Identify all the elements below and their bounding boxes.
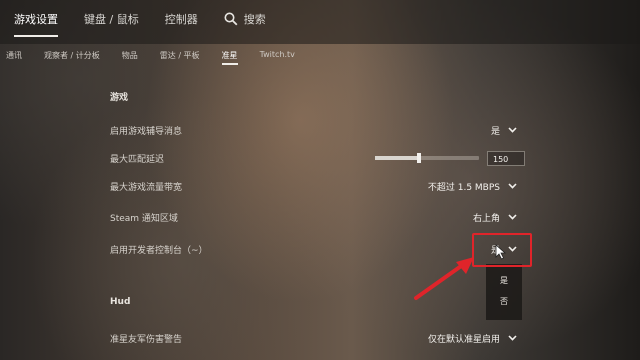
- setting-label: 启用开发者控制台（~）: [110, 245, 208, 256]
- chevron-down-icon: [508, 127, 517, 133]
- setting-row-steam-notification[interactable]: Steam 通知区域 右上角: [110, 209, 525, 225]
- slider-fill: [375, 156, 419, 160]
- setting-dropdown[interactable]: 是: [491, 124, 525, 137]
- search-icon: [224, 12, 238, 26]
- top-nav: 游戏设置 键盘 / 鼠标 控制器 搜索: [14, 11, 266, 27]
- dropdown-option-no[interactable]: 否: [486, 296, 522, 307]
- tab-controller[interactable]: 控制器: [165, 11, 198, 27]
- subtab-crosshair[interactable]: 准星: [221, 50, 238, 65]
- delay-input[interactable]: 150: [487, 150, 525, 166]
- tab-game-settings[interactable]: 游戏设置: [14, 11, 58, 27]
- section-title-game: 游戏: [110, 93, 129, 103]
- setting-dropdown[interactable]: 仅在默认准星启用: [428, 332, 525, 345]
- slider-control: 150: [375, 150, 525, 166]
- slider-thumb[interactable]: [416, 153, 421, 163]
- setting-row-game-tips[interactable]: 启用游戏辅导消息 是: [110, 122, 525, 138]
- chevron-down-icon: [508, 183, 517, 189]
- dropdown-menu: 是 否: [486, 264, 522, 320]
- active-tab-indicator: [14, 35, 58, 37]
- subtab-radar-tablet[interactable]: 雷达 / 平板: [160, 50, 200, 65]
- chevron-down-icon: [508, 335, 517, 341]
- annotation-arrow-icon: [414, 257, 474, 300]
- setting-label: 最大匹配延迟: [110, 154, 165, 165]
- subtab-communication[interactable]: 通讯: [6, 50, 22, 65]
- dropdown-value: 是: [490, 126, 500, 137]
- dropdown-option-yes[interactable]: 是: [486, 275, 522, 286]
- dropdown-value: 仅在默认准星启用: [427, 334, 500, 345]
- top-bar: 游戏设置 键盘 / 鼠标 控制器 搜索: [0, 0, 640, 44]
- dropdown-value: 右上角: [472, 213, 500, 224]
- setting-row-friendly-fire-warning[interactable]: 准星友军伤害警告 仅在默认准星启用: [110, 330, 525, 346]
- chevron-down-icon: [508, 214, 517, 220]
- slider-track[interactable]: [375, 153, 479, 163]
- dropdown-value: 不超过 1.5 MBPS: [427, 182, 500, 193]
- subtab-twitch[interactable]: Twitch.tv: [260, 50, 295, 65]
- setting-dropdown[interactable]: 不超过 1.5 MBPS: [428, 180, 525, 193]
- setting-dropdown[interactable]: 右上角: [473, 211, 525, 224]
- setting-label: Steam 通知区域: [110, 213, 178, 224]
- search-label: 搜索: [243, 13, 266, 26]
- setting-label: 最大游戏流量带宽: [110, 182, 183, 193]
- setting-label: 启用游戏辅导消息: [110, 126, 183, 137]
- setting-label: 准星友军伤害警告: [110, 334, 183, 345]
- setting-row-max-bandwidth[interactable]: 最大游戏流量带宽 不超过 1.5 MBPS: [110, 178, 525, 194]
- section-title-hud: Hud: [110, 297, 131, 307]
- subtab-spectator-scoreboard[interactable]: 观察者 / 计分板: [44, 50, 100, 65]
- setting-row-max-match-delay: 最大匹配延迟 150: [110, 150, 525, 166]
- subtab-items[interactable]: 物品: [122, 50, 138, 65]
- tab-keyboard-mouse[interactable]: 键盘 / 鼠标: [84, 11, 139, 27]
- sub-nav: 通讯 观察者 / 计分板 物品 雷达 / 平板 准星 Twitch.tv: [6, 50, 295, 65]
- mouse-cursor-icon: [495, 244, 507, 260]
- search-button[interactable]: 搜索: [224, 11, 266, 27]
